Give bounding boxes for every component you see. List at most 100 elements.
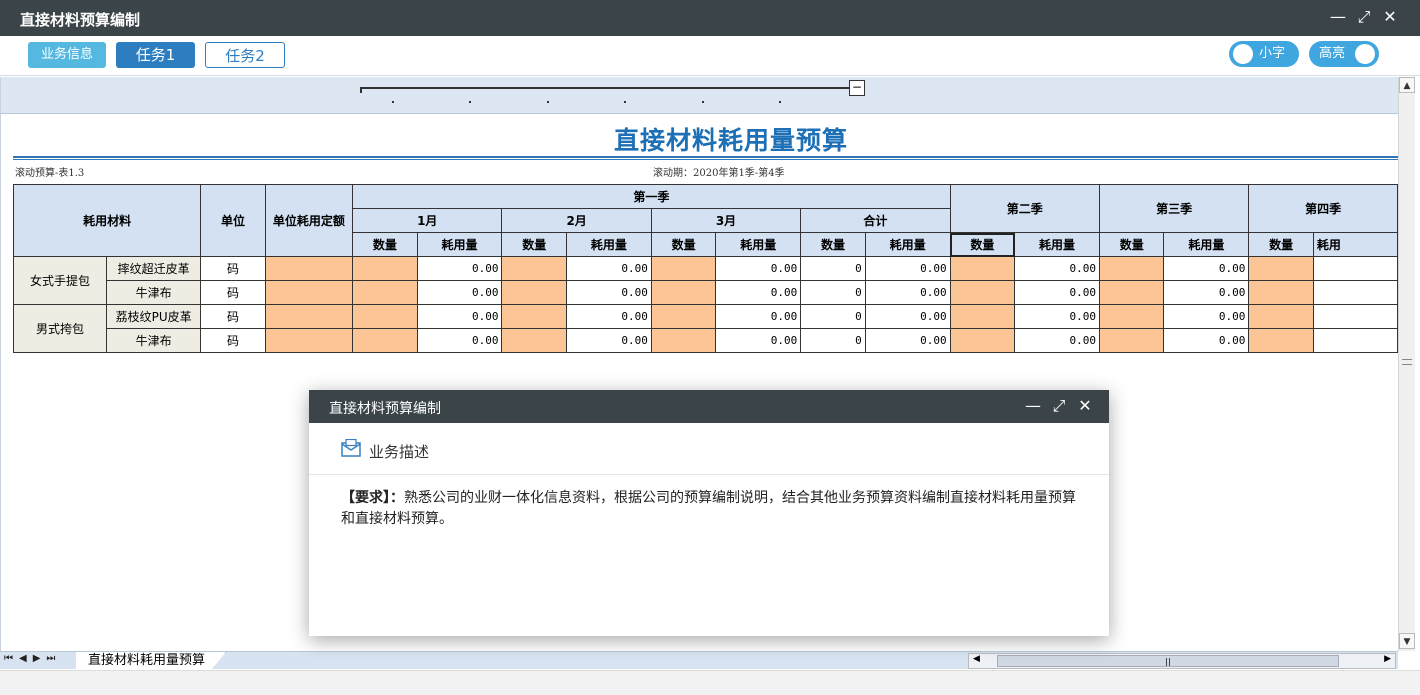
sheet-nav-icons[interactable]: ⏮◀▶⏭ <box>4 653 61 664</box>
qty-input[interactable] <box>1248 256 1314 281</box>
usage-cell: 0.00 <box>565 328 652 353</box>
qty-input[interactable] <box>1248 304 1314 329</box>
column-group-band: − <box>1 77 1398 114</box>
unit-cell: 码 <box>200 256 266 281</box>
sheet-tab-bar: ⏮◀▶⏭ 直接材料耗用量预算 ◀ || ▶ <box>0 651 1398 670</box>
header-q1: 第一季 <box>352 184 951 209</box>
maximize-icon[interactable]: ⤢ <box>1051 397 1067 415</box>
qty-input[interactable] <box>352 256 418 281</box>
total-usage-cell: 0.00 <box>864 304 951 329</box>
qty-input[interactable] <box>1248 328 1314 353</box>
qty-input[interactable] <box>1098 256 1165 281</box>
usage-cell: 0.00 <box>715 280 802 305</box>
dialog-title: 直接材料预算编制 <box>329 401 441 417</box>
total-qty-cell: 0 <box>800 328 866 353</box>
horizontal-scrollbar[interactable]: ◀ || ▶ <box>968 653 1396 669</box>
group-dot <box>702 101 704 103</box>
header-total: 合计 <box>800 208 951 233</box>
scroll-left-icon[interactable]: ◀ <box>973 654 980 664</box>
header-qty: 数量 <box>352 232 418 257</box>
usage-cell: 0.00 <box>1163 280 1250 305</box>
sheet-tab-active[interactable]: 直接材料耗用量预算 <box>76 652 226 670</box>
group-dot <box>392 101 394 103</box>
scroll-right-icon[interactable]: ▶ <box>1384 654 1391 664</box>
qty-input[interactable] <box>1098 280 1165 305</box>
qty-input[interactable] <box>352 304 418 329</box>
qty-input[interactable] <box>949 328 1016 353</box>
qty-input[interactable] <box>650 280 717 305</box>
quota-input[interactable] <box>264 304 354 329</box>
highlight-label: 高亮 <box>1319 46 1346 61</box>
usage-cell: 0.00 <box>1014 328 1100 353</box>
business-info-button[interactable]: 业务信息 <box>28 42 106 68</box>
material-name: 荔枝纹PU皮革 <box>106 304 202 329</box>
scroll-thumb[interactable]: || <box>997 655 1339 667</box>
qty-input[interactable] <box>1098 304 1165 329</box>
usage-cell: 0.00 <box>565 280 652 305</box>
requirement-text: 【要求】：熟悉公司的业财一体化信息资料，根据公司的预算编制说明，结合其他业务预算… <box>341 488 1081 530</box>
material-name: 牛津布 <box>106 280 202 305</box>
qty-input[interactable] <box>501 328 567 353</box>
total-qty-cell: 0 <box>800 304 866 329</box>
maximize-icon[interactable]: ⤢ <box>1356 8 1372 26</box>
qty-input[interactable] <box>650 328 717 353</box>
requirement-content: 熟悉公司的业财一体化信息资料，根据公司的预算编制说明，结合其他业务预算资料编制直… <box>341 490 1076 527</box>
usage-cell: 0.00 <box>416 280 503 305</box>
header-usage: 耗用量 <box>416 232 503 257</box>
task1-button[interactable]: 任务1 <box>116 42 195 68</box>
qty-input[interactable] <box>352 328 418 353</box>
rolling-period: 滚动期：2020年第1季-第4季 <box>653 168 785 179</box>
scroll-down-icon[interactable]: ▼ <box>1399 633 1415 649</box>
table-row: 牛津布 码 0.00 0.00 0.00 0 0.00 0.00 0.00 <box>14 328 1398 353</box>
envelope-icon <box>341 439 361 457</box>
vertical-scrollbar[interactable]: ▲ ▼ <box>1398 77 1415 651</box>
highlight-toggle[interactable]: 高亮 <box>1309 41 1379 67</box>
qty-input[interactable] <box>501 256 567 281</box>
usage-cell: 0.00 <box>565 256 652 281</box>
usage-cell <box>1312 280 1398 305</box>
unit-cell: 码 <box>200 304 266 329</box>
group-dot <box>547 101 549 103</box>
usage-cell <box>1312 304 1398 329</box>
close-icon[interactable]: ✕ <box>1382 8 1398 26</box>
total-qty-cell: 0 <box>800 256 866 281</box>
qty-input[interactable] <box>949 280 1016 305</box>
quota-input[interactable] <box>264 280 354 305</box>
small-font-toggle[interactable]: 小字 <box>1229 41 1299 67</box>
report-title: 直接材料耗用量预算 <box>613 126 848 155</box>
minimize-icon[interactable]: — <box>1330 8 1346 26</box>
qty-input[interactable] <box>949 304 1016 329</box>
task2-button[interactable]: 任务2 <box>205 42 285 68</box>
total-usage-cell: 0.00 <box>864 280 951 305</box>
header-qty-selected[interactable]: 数量 <box>949 232 1016 257</box>
header-q4: 第四季 <box>1248 184 1398 233</box>
task-description-dialog: 直接材料预算编制 — ⤢ ✕ 业务描述 【要求】：熟悉公司的业财一体化信息资料，… <box>309 390 1109 636</box>
unit-cell: 码 <box>200 280 266 305</box>
requirement-label: 【要求】： <box>341 490 404 506</box>
qty-input[interactable] <box>650 304 717 329</box>
usage-cell: 0.00 <box>1014 256 1100 281</box>
qty-input[interactable] <box>501 304 567 329</box>
quota-input[interactable] <box>264 256 354 281</box>
collapse-group-button[interactable]: − <box>849 80 865 96</box>
title-divider <box>13 159 1398 160</box>
product-group: 男式挎包 <box>12 304 108 353</box>
qty-input[interactable] <box>501 280 567 305</box>
scroll-up-icon[interactable]: ▲ <box>1399 77 1415 93</box>
header-quota: 单位耗用定额 <box>264 184 354 257</box>
header-qty: 数量 <box>650 232 717 257</box>
minimize-icon[interactable]: — <box>1025 397 1041 415</box>
quota-input[interactable] <box>264 328 354 353</box>
qty-input[interactable] <box>352 280 418 305</box>
title-bar: 直接材料预算编制 — ⤢ ✕ <box>0 0 1420 36</box>
scroll-grip-icon[interactable] <box>1402 359 1412 365</box>
qty-input[interactable] <box>1248 280 1314 305</box>
group-dot <box>469 101 471 103</box>
close-icon[interactable]: ✕ <box>1077 397 1093 415</box>
header-usage: 耗用量 <box>864 232 951 257</box>
header-q2: 第二季 <box>949 184 1100 233</box>
qty-input[interactable] <box>650 256 717 281</box>
qty-input[interactable] <box>1098 328 1165 353</box>
qty-input[interactable] <box>949 256 1016 281</box>
usage-cell <box>1312 256 1398 281</box>
